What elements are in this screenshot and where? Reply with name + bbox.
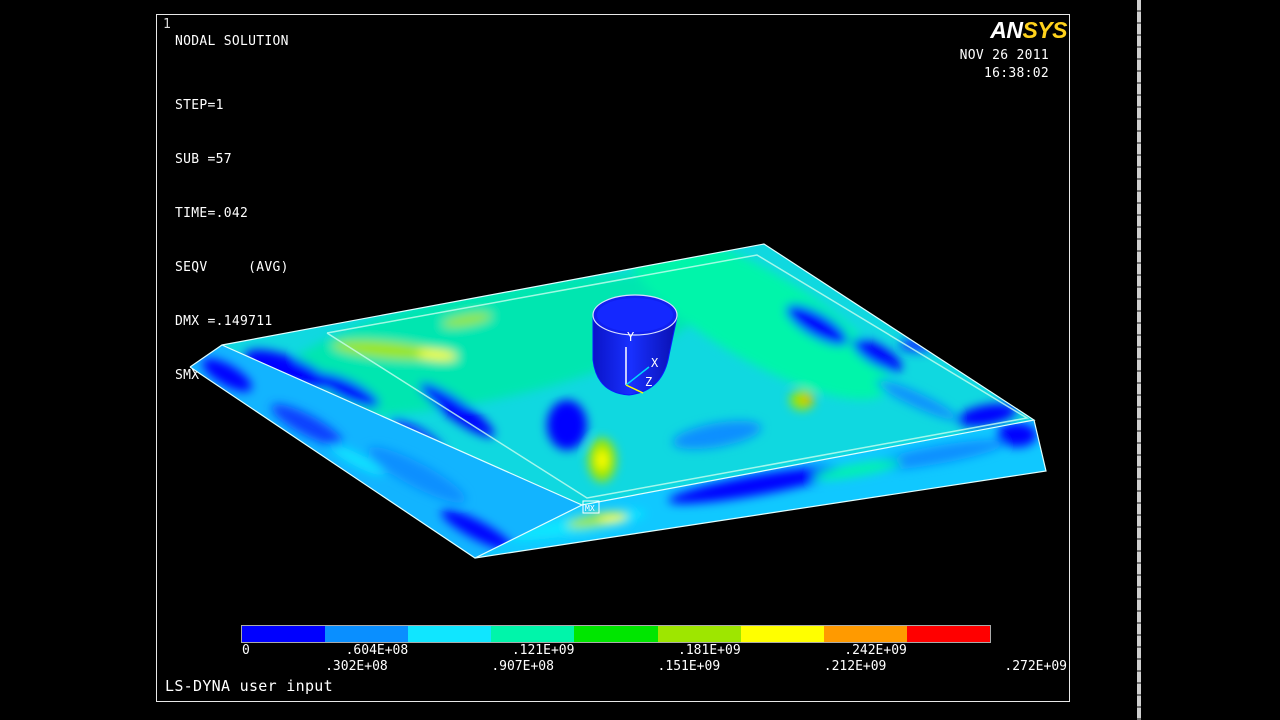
legend-swatch [574,626,658,642]
legend-tick-upper: .242E+09 [844,643,907,658]
triad-z-label: Z [645,375,652,389]
legend-tick-upper: .604E+08 [345,643,409,658]
legend-swatch [491,626,575,642]
window-edge-strip [1137,0,1141,720]
legend-tick-upper: 0 [242,643,250,658]
legend-swatch [242,626,326,642]
triad-x-label: X [651,356,659,370]
legend-swatch [408,626,492,642]
legend-tick-lower: .212E+09 [823,659,887,674]
legend-tick-lower: .151E+09 [657,659,721,674]
legend-tick-upper: .181E+09 [678,643,741,658]
legend-tick-lower: .272E+09 [1004,659,1067,674]
legend-color-bar [241,625,991,643]
fea-model-view[interactable]: Y X Z MX [157,15,1069,701]
contour-legend: 0 .604E+08 .121E+09 .181E+09 .242E+09 .302E+0… [241,625,1067,674]
legend-swatch [325,626,409,642]
legend-swatch [823,626,907,642]
triad-y-label: Y [627,330,635,344]
graphics-viewport[interactable]: 1 NODAL SOLUTION STEP=1 SUB =57 TIME=.04… [156,14,1070,702]
legend-swatch [657,626,741,642]
legend-swatch [906,626,990,642]
footer-label: LS-DYNA user input [165,677,333,695]
legend-tick-upper: .121E+09 [511,643,575,658]
max-marker-label: MX [585,504,595,513]
legend-tick-lower: .907E+08 [491,659,554,674]
legend-swatch [740,626,824,642]
legend-tick-lower: .302E+08 [325,659,388,674]
